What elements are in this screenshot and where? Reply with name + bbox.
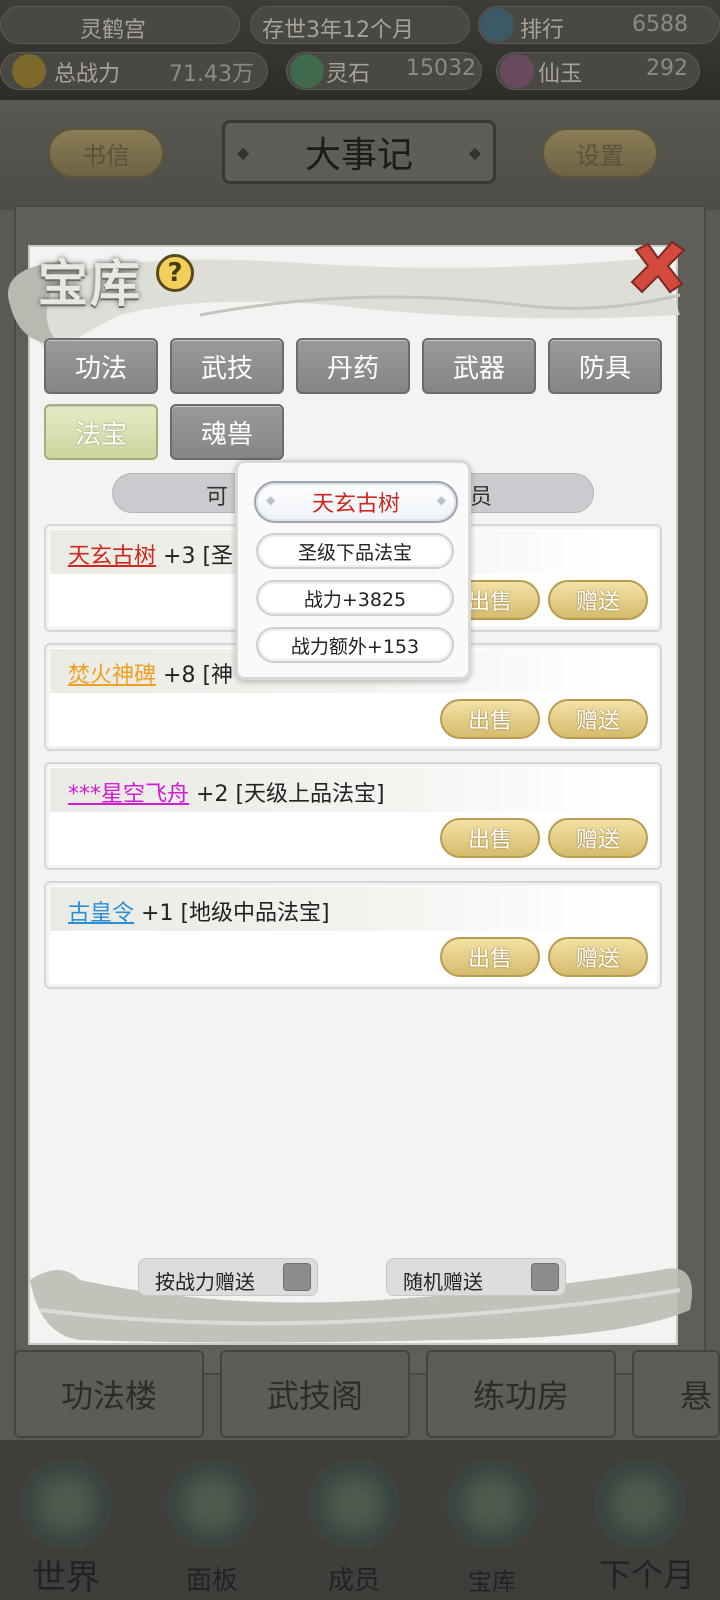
rank-value: 6588 [632, 12, 688, 37]
spirit-stone-label: 灵石 [326, 62, 371, 87]
gift-button[interactable]: 赠送 [548, 699, 648, 739]
item-grade: +2 [天级上品法宝] [196, 782, 385, 807]
facility-tab-lianggong[interactable]: 练功房 [426, 1350, 616, 1438]
item-grade: +8 [神 [163, 663, 234, 688]
category-tab-wuji[interactable]: 武技 [170, 338, 284, 394]
sect-name: 灵鹤宫 [80, 18, 147, 43]
gift-by-power-toggle[interactable]: 按战力赠送 [138, 1258, 318, 1296]
world-icon [20, 1458, 112, 1550]
members-icon [308, 1458, 400, 1550]
gift-button[interactable]: 赠送 [548, 580, 648, 620]
gift-button[interactable]: 赠送 [548, 818, 648, 858]
item-line: ***星空飞舟 +2 [天级上品法宝] [68, 776, 385, 808]
gift-button[interactable]: 赠送 [548, 937, 648, 977]
letters-button[interactable]: 书信 [48, 128, 164, 178]
filter-left-label: 可 [206, 485, 229, 510]
category-tab-hunshou[interactable]: 魂兽 [170, 404, 284, 460]
category-tab-wuqi[interactable]: 武器 [422, 338, 536, 394]
power-value: 71.43万 [169, 62, 254, 87]
sell-button[interactable]: 出售 [440, 937, 540, 977]
jade-icon [500, 54, 534, 88]
item-grade: +1 [地级中品法宝] [141, 901, 330, 926]
nav-members-label: 成员 [327, 1566, 380, 1596]
category-tab-fangju[interactable]: 防具 [548, 338, 662, 394]
popup-power: 战力+3825 [256, 580, 454, 616]
facility-tab-partial[interactable]: 悬 [632, 1350, 720, 1438]
filter-right-label: 员 [470, 485, 493, 510]
item-detail-popup: 天玄古树 圣级下品法宝 战力+3825 战力额外+153 [235, 460, 471, 680]
spirit-stone-value: 15032 [406, 56, 476, 81]
nav-members[interactable]: 成员 [294, 1450, 414, 1600]
random-gift-toggle[interactable]: 随机赠送 [386, 1258, 566, 1296]
item-name[interactable]: 古皇令 [68, 901, 134, 926]
item-name[interactable]: 焚火神碑 [68, 663, 156, 688]
popup-extra-power: 战力额外+153 [256, 627, 454, 663]
close-icon[interactable] [628, 240, 688, 294]
random-gift-label: 随机赠送 [403, 1270, 483, 1294]
nav-panel-label: 面板 [185, 1566, 238, 1596]
gift-by-power-checkbox[interactable] [283, 1263, 311, 1291]
item-card[interactable]: ***星空飞舟 +2 [天级上品法宝] 出售 赠送 [44, 762, 662, 870]
sell-button[interactable]: 出售 [440, 818, 540, 858]
category-tab-fabao[interactable]: 法宝 [44, 404, 158, 460]
nav-world-label: 世界 [32, 1558, 100, 1598]
gift-by-power-label: 按战力赠送 [155, 1270, 255, 1294]
nav-world[interactable]: 世界 [6, 1450, 126, 1600]
item-line: 天玄古树 +3 [圣 [68, 538, 233, 570]
sell-button[interactable]: 出售 [440, 699, 540, 739]
category-tab-danyao[interactable]: 丹药 [296, 338, 410, 394]
popup-grade: 圣级下品法宝 [256, 533, 454, 569]
nav-next-month-label: 下个月 [598, 1556, 695, 1594]
item-grade: +3 [圣 [163, 544, 234, 569]
modal-title: 宝库 [38, 254, 142, 313]
facility-tab-gongfa[interactable]: 功法楼 [14, 1350, 204, 1438]
random-gift-checkbox[interactable] [531, 1263, 559, 1291]
category-tab-gongfa[interactable]: 功法 [44, 338, 158, 394]
question-icon[interactable]: ? [156, 254, 194, 292]
rank-icon [480, 8, 514, 42]
power-icon [12, 54, 46, 88]
next-month-icon [594, 1458, 686, 1550]
item-line: 古皇令 +1 [地级中品法宝] [68, 895, 330, 927]
settings-button[interactable]: 设置 [542, 128, 658, 178]
nav-panel[interactable]: 面板 [152, 1450, 272, 1600]
nav-treasury-label: 宝库 [468, 1568, 516, 1596]
power-label: 总战力 [54, 62, 121, 87]
item-card[interactable]: 古皇令 +1 [地级中品法宝] 出售 赠送 [44, 881, 662, 989]
item-line: 焚火神碑 +8 [神 [68, 657, 233, 689]
panel-icon [166, 1458, 258, 1550]
popup-item-name: 天玄古树 [254, 481, 458, 523]
jade-value: 292 [646, 56, 688, 81]
jade-label: 仙玉 [538, 62, 583, 87]
page-title: 大事记 [222, 120, 496, 184]
spirit-stone-icon [290, 54, 324, 88]
time-label: 存世3年12个月 [262, 18, 414, 43]
treasury-icon [446, 1458, 538, 1550]
rank-label: 排行 [520, 18, 565, 43]
nav-next-month[interactable]: 下个月 [580, 1450, 714, 1600]
nav-treasury[interactable]: 宝库 [432, 1450, 552, 1600]
facility-tab-wuji[interactable]: 武技阁 [220, 1350, 410, 1438]
item-name[interactable]: 天玄古树 [68, 544, 156, 569]
item-name[interactable]: ***星空飞舟 [68, 782, 189, 807]
